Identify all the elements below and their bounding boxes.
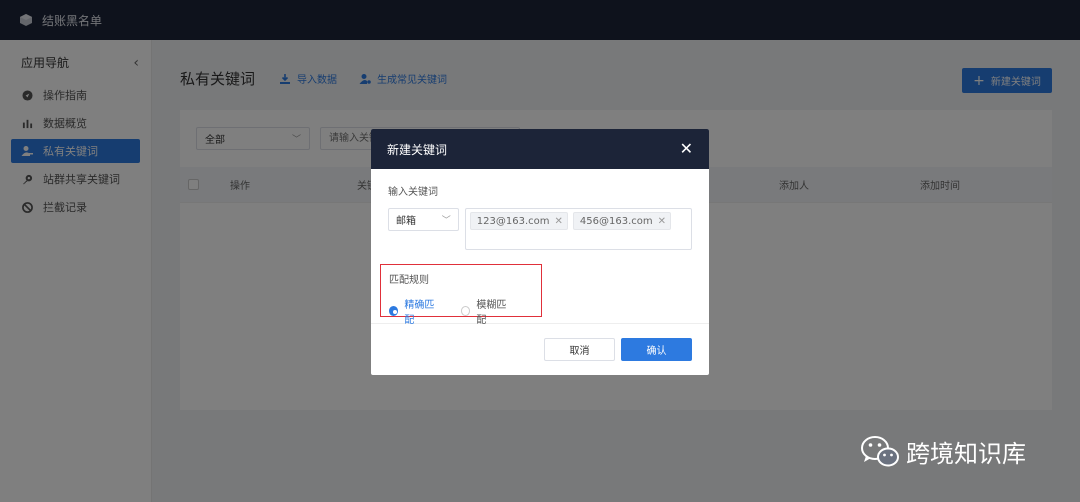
confirm-button[interactable]: 确认 <box>621 338 692 361</box>
match-rule-radios: 精确匹配 模糊匹配 <box>389 296 533 326</box>
remove-tag-icon[interactable]: ✕ <box>555 216 563 227</box>
chevron-down-icon: ﹀ <box>441 216 451 226</box>
keyword-tag: 456@163.com ✕ <box>572 212 672 230</box>
dialog-body: 输入关键词 邮箱 ﹀ 123@163.com ✕ 456@163.com ✕ 匹… <box>371 169 709 326</box>
watermark-text: 跨境知识库 <box>906 440 1026 468</box>
dialog-footer: 取消 确认 <box>371 324 709 375</box>
close-icon[interactable]: ✕ <box>680 141 693 157</box>
keyword-input-row: 邮箱 ﹀ 123@163.com ✕ 456@163.com ✕ <box>388 208 692 250</box>
radio-label: 模糊匹配 <box>476 300 507 326</box>
radio-label: 精确匹配 <box>404 300 435 326</box>
radio-dot <box>389 306 399 316</box>
keyword-input-label: 输入关键词 <box>388 187 438 198</box>
new-keyword-dialog: 新建关键词 ✕ 输入关键词 邮箱 ﹀ 123@163.com ✕ 456@163… <box>371 129 709 375</box>
cancel-button[interactable]: 取消 <box>544 338 615 361</box>
watermark: 跨境知识库 <box>860 434 1026 469</box>
keyword-tag-text: 123@163.com <box>476 215 550 227</box>
keyword-tag: 123@163.com ✕ <box>469 212 568 230</box>
match-rule-label: 匹配规则 <box>389 275 429 286</box>
keyword-type-select[interactable]: 邮箱 ﹀ <box>388 208 459 231</box>
match-rule-group: 匹配规则 精确匹配 模糊匹配 <box>380 264 542 326</box>
wechat-icon <box>861 435 899 466</box>
radio-exact-match[interactable]: 精确匹配 <box>389 296 441 326</box>
dialog-header: 新建关键词 ✕ <box>371 129 709 169</box>
keyword-tag-text: 456@163.com <box>579 215 653 227</box>
dialog-title: 新建关键词 <box>387 142 448 157</box>
remove-tag-icon[interactable]: ✕ <box>658 216 666 227</box>
keyword-type-value: 邮箱 <box>396 216 416 227</box>
keyword-tag-input[interactable]: 123@163.com ✕ 456@163.com ✕ <box>464 208 692 250</box>
radio-fuzzy-match[interactable]: 模糊匹配 <box>461 296 513 326</box>
radio-dot <box>461 306 471 316</box>
